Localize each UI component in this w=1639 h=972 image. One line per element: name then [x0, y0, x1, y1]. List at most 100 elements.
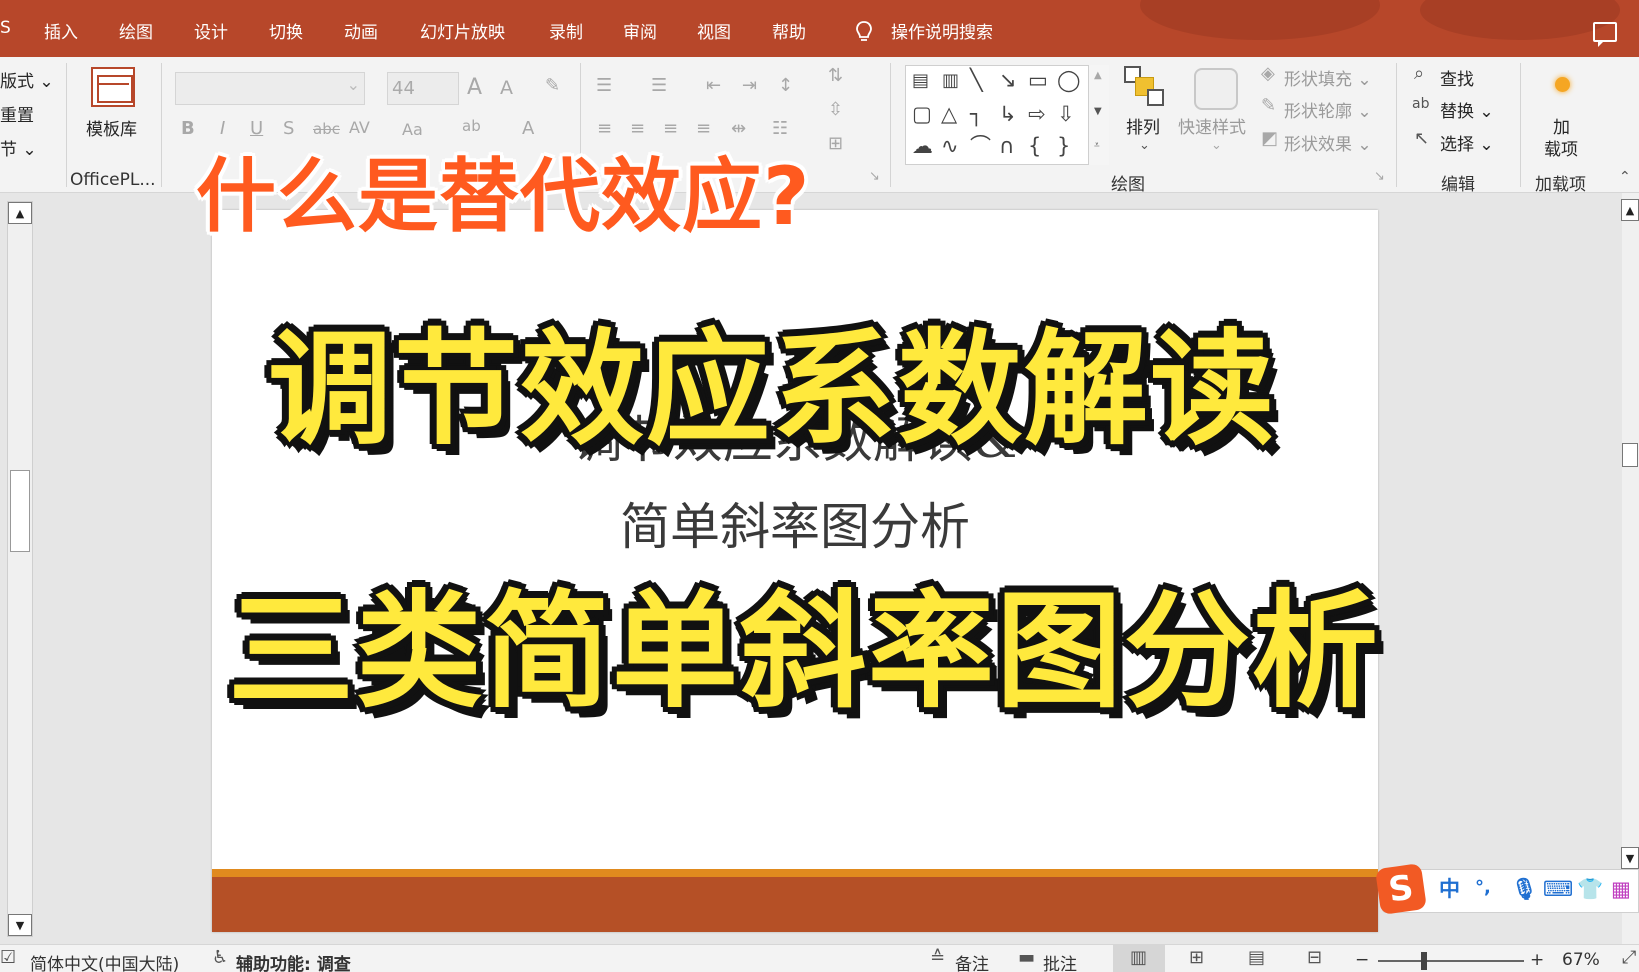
- lightbulb-icon[interactable]: [855, 20, 873, 44]
- smartart-icon[interactable]: ⊞: [828, 135, 843, 153]
- elbow-arrow-icon[interactable]: ↳: [999, 104, 1017, 125]
- ime-mode-toggle[interactable]: 中: [1439, 879, 1460, 900]
- reading-view-icon[interactable]: ▤: [1248, 949, 1265, 967]
- notes-button[interactable]: 备注: [955, 950, 989, 972]
- scroll-thumb[interactable]: [10, 470, 30, 552]
- shape-effects-button[interactable]: 形状效果 ⌄: [1284, 130, 1372, 155]
- scribble-shape-icon[interactable]: ∿: [941, 136, 959, 157]
- replace-button[interactable]: 替换 ⌄: [1440, 97, 1494, 122]
- tab-animations[interactable]: 动画: [344, 18, 378, 43]
- increase-indent-icon[interactable]: ⇥: [742, 77, 757, 95]
- quick-styles-icon[interactable]: [1194, 68, 1238, 110]
- microphone-icon[interactable]: 🎙: [1511, 879, 1538, 900]
- scroll-down-icon[interactable]: ▼: [8, 914, 32, 936]
- rectangle-shape-icon[interactable]: ▭: [1028, 70, 1048, 91]
- addins-icon[interactable]: [1555, 77, 1570, 92]
- tab-review[interactable]: 审阅: [623, 18, 657, 43]
- curve-shape-icon[interactable]: ∩: [999, 136, 1014, 157]
- comments-icon[interactable]: [1593, 22, 1617, 47]
- zoom-slider[interactable]: [1378, 960, 1524, 962]
- zoom-slider-thumb[interactable]: [1421, 952, 1427, 970]
- zoom-level[interactable]: 67%: [1562, 950, 1600, 970]
- tab-help[interactable]: 帮助: [772, 18, 806, 43]
- bold-icon[interactable]: B: [181, 120, 195, 138]
- language-indicator[interactable]: 简体中文(中国大陆): [30, 950, 179, 972]
- down-arrow-shape-icon[interactable]: ⇩: [1057, 104, 1075, 125]
- template-library-button[interactable]: 模板库: [86, 115, 137, 140]
- arrange-button[interactable]: 排列: [1126, 113, 1160, 138]
- effects-icon[interactable]: ◩: [1261, 130, 1278, 148]
- vertical-scrollbar[interactable]: ▲ ▼: [1621, 193, 1639, 944]
- find-icon[interactable]: ⌕: [1414, 65, 1424, 83]
- template-library-icon[interactable]: [91, 67, 135, 107]
- arrange-icon[interactable]: [1124, 66, 1166, 108]
- select-cursor-icon[interactable]: ↖: [1414, 130, 1429, 148]
- right-arrow-shape-icon[interactable]: ⇨: [1028, 104, 1046, 125]
- slide-subtitle-line2[interactable]: 简单斜率图分析: [212, 487, 1378, 559]
- ime-punctuation-toggle[interactable]: °,: [1475, 879, 1491, 897]
- vertical-textbox-shape-icon[interactable]: ▥: [942, 72, 959, 90]
- addins-button-line2[interactable]: 载项: [1544, 135, 1578, 160]
- tab-design[interactable]: 设计: [194, 18, 228, 43]
- font-name-combo[interactable]: [175, 72, 365, 105]
- toolbox-icon[interactable]: ▦: [1611, 879, 1631, 900]
- chevron-down-icon[interactable]: ⌄: [1139, 139, 1150, 152]
- reset-button[interactable]: 重置: [0, 101, 34, 126]
- normal-view-icon[interactable]: ▥: [1130, 949, 1147, 967]
- arrow-line-shape-icon[interactable]: ↘: [999, 70, 1017, 91]
- line-shape-icon[interactable]: ╲: [970, 70, 983, 91]
- pen-icon[interactable]: ✎: [1261, 97, 1276, 115]
- freeform-shape-icon[interactable]: ☁: [912, 136, 933, 157]
- keyboard-icon[interactable]: ⌨: [1543, 879, 1573, 900]
- fit-to-window-icon[interactable]: ⤢: [1622, 949, 1636, 967]
- drawing-launcher-icon[interactable]: ↘: [1374, 170, 1385, 183]
- paragraph-launcher-icon[interactable]: ↘: [869, 170, 880, 183]
- shape-gallery-scroll[interactable]: ▲ ▼ ⩡: [1088, 65, 1109, 165]
- numbering-icon[interactable]: ☰: [651, 77, 667, 95]
- tab-view[interactable]: 视图: [697, 18, 731, 43]
- scroll-thumb[interactable]: [1622, 443, 1638, 467]
- tab-insert[interactable]: 插入: [44, 18, 78, 43]
- tell-me-search[interactable]: 操作说明搜索: [891, 18, 993, 43]
- shape-fill-button[interactable]: 形状填充 ⌄: [1284, 65, 1372, 90]
- scroll-down-icon[interactable]: ▼: [1621, 847, 1639, 869]
- slide-sorter-icon[interactable]: ⊞: [1189, 949, 1204, 967]
- accessibility-status[interactable]: 辅助功能: 调查: [236, 950, 351, 972]
- sogou-logo-icon[interactable]: S: [1375, 863, 1427, 915]
- layout-button[interactable]: 版式 ⌄: [0, 67, 54, 92]
- find-button[interactable]: 查找: [1440, 65, 1474, 90]
- align-text-icon[interactable]: ⇳: [828, 101, 843, 119]
- grow-font-icon[interactable]: A: [467, 77, 482, 99]
- collapse-ribbon-icon[interactable]: ⌃: [1619, 170, 1631, 184]
- decrease-indent-icon[interactable]: ⇤: [706, 77, 721, 95]
- textbox-shape-icon[interactable]: ▤: [912, 72, 929, 90]
- notes-icon[interactable]: ≙: [930, 949, 945, 967]
- zoom-out-button[interactable]: −: [1355, 950, 1369, 970]
- bullets-icon[interactable]: ☰: [596, 77, 612, 95]
- tab-file[interactable]: S: [0, 18, 11, 38]
- font-size-combo[interactable]: 44: [387, 72, 459, 105]
- shape-outline-button[interactable]: 形状轮廓 ⌄: [1284, 97, 1372, 122]
- thumbnail-scrollbar[interactable]: ▲ ▼: [7, 201, 33, 937]
- line-spacing-icon[interactable]: ↕: [778, 77, 793, 95]
- slideshow-icon[interactable]: ⊟: [1307, 949, 1322, 967]
- quick-styles-button[interactable]: 快速样式: [1178, 113, 1246, 138]
- right-brace-shape-icon[interactable]: }: [1057, 136, 1070, 157]
- select-button[interactable]: 选择 ⌄: [1440, 130, 1494, 155]
- scroll-up-icon[interactable]: ▲: [1621, 199, 1639, 221]
- tab-draw[interactable]: 绘图: [119, 18, 153, 43]
- accessibility-icon[interactable]: ♿: [212, 949, 228, 967]
- clear-format-icon[interactable]: ✎: [545, 77, 560, 95]
- paint-bucket-icon[interactable]: ◈: [1261, 65, 1275, 83]
- tab-slideshow[interactable]: 幻灯片放映: [420, 18, 505, 43]
- rounded-rect-shape-icon[interactable]: ▢: [912, 104, 932, 125]
- gallery-down-icon[interactable]: ▼: [1094, 107, 1102, 117]
- tab-record[interactable]: 录制: [549, 18, 583, 43]
- tab-transitions[interactable]: 切换: [269, 18, 303, 43]
- gallery-more-icon[interactable]: ⩡: [1094, 141, 1100, 151]
- triangle-shape-icon[interactable]: △: [941, 104, 957, 125]
- spellcheck-icon[interactable]: ☑: [0, 949, 16, 967]
- gallery-up-icon[interactable]: ▲: [1094, 71, 1102, 81]
- replace-icon[interactable]: ab: [1412, 97, 1429, 111]
- section-button[interactable]: 节 ⌄: [0, 135, 37, 160]
